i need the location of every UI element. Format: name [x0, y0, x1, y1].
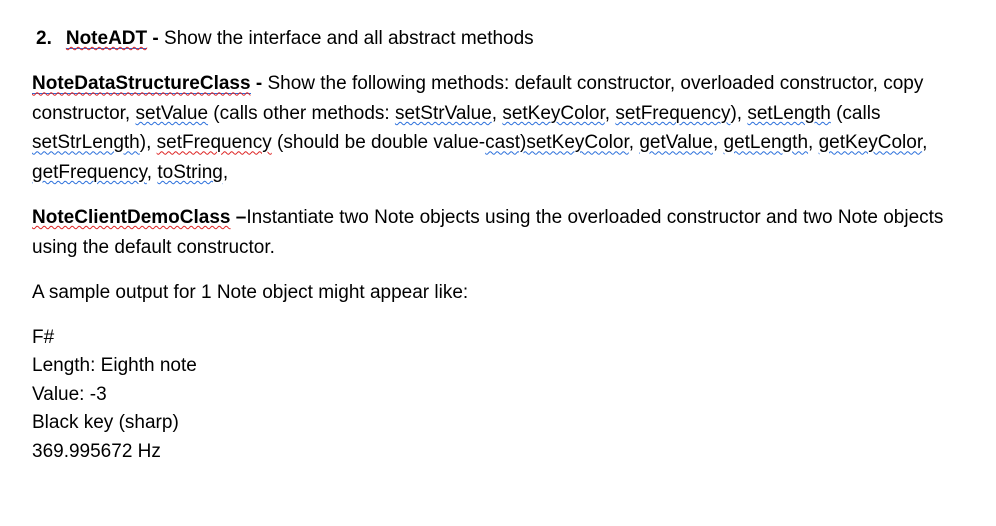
note-client-demo-paragraph: NoteClientDemoClass –Instantiate two Not…: [32, 203, 964, 262]
text: ,: [922, 132, 927, 153]
method-cast-setKeyColor: cast)setKeyColor: [485, 132, 629, 153]
sample-output: F# Length: Eighth note Value: -3 Black k…: [32, 324, 964, 467]
item-2-line: 2. NoteADT - Show the interface and all a…: [32, 24, 964, 53]
nds-title: NoteDataStructureClass: [32, 73, 251, 94]
sample-line-4: Black key (sharp): [32, 409, 964, 438]
method-setValue: setValue: [136, 103, 209, 124]
ncd-title: NoteClientDemoClass: [32, 207, 231, 228]
method-setStrLength: setStrLength: [32, 132, 140, 153]
text: ,: [605, 103, 616, 124]
text: ,: [492, 103, 503, 124]
dash: -: [251, 73, 268, 94]
method-setFrequency: setFrequency: [615, 103, 730, 124]
text: ),: [730, 103, 747, 124]
method-setStrValue: setStrValue: [395, 103, 492, 124]
sample-line-5: 369.995672 Hz: [32, 438, 964, 467]
text: (should be double value-: [272, 132, 485, 153]
sample-line-3: Value: -3: [32, 381, 964, 410]
text: ,: [713, 132, 724, 153]
method-setFrequency-2: setFrequency: [157, 132, 272, 153]
method-getValue: getValue: [639, 132, 713, 153]
item-number: 2.: [36, 28, 52, 49]
sample-intro: A sample output for 1 Note object might …: [32, 278, 964, 307]
sample-line-1: F#: [32, 324, 964, 353]
method-setKeyColor: setKeyColor: [502, 103, 604, 124]
text: (calls other methods:: [208, 103, 395, 124]
dash: –: [231, 207, 247, 228]
text: ),: [140, 132, 157, 153]
text: ,: [808, 132, 819, 153]
sample-line-2: Length: Eighth note: [32, 352, 964, 381]
method-getKeyColor: getKeyColor: [819, 132, 923, 153]
item-2-desc: Show the interface and all abstract meth…: [164, 28, 534, 49]
note-data-structure-paragraph: NoteDataStructureClass - Show the follow…: [32, 69, 964, 187]
noteadt-title: NoteADT: [66, 28, 147, 49]
text: (calls: [831, 103, 881, 124]
method-getLength: getLength: [724, 132, 809, 153]
method-getFrequency: getFrequency: [32, 162, 147, 183]
text: ,: [147, 162, 158, 183]
text: ,: [223, 162, 228, 183]
method-setLength: setLength: [747, 103, 830, 124]
dash: -: [147, 28, 164, 49]
method-toString: toString: [157, 162, 222, 183]
text: ,: [629, 132, 640, 153]
